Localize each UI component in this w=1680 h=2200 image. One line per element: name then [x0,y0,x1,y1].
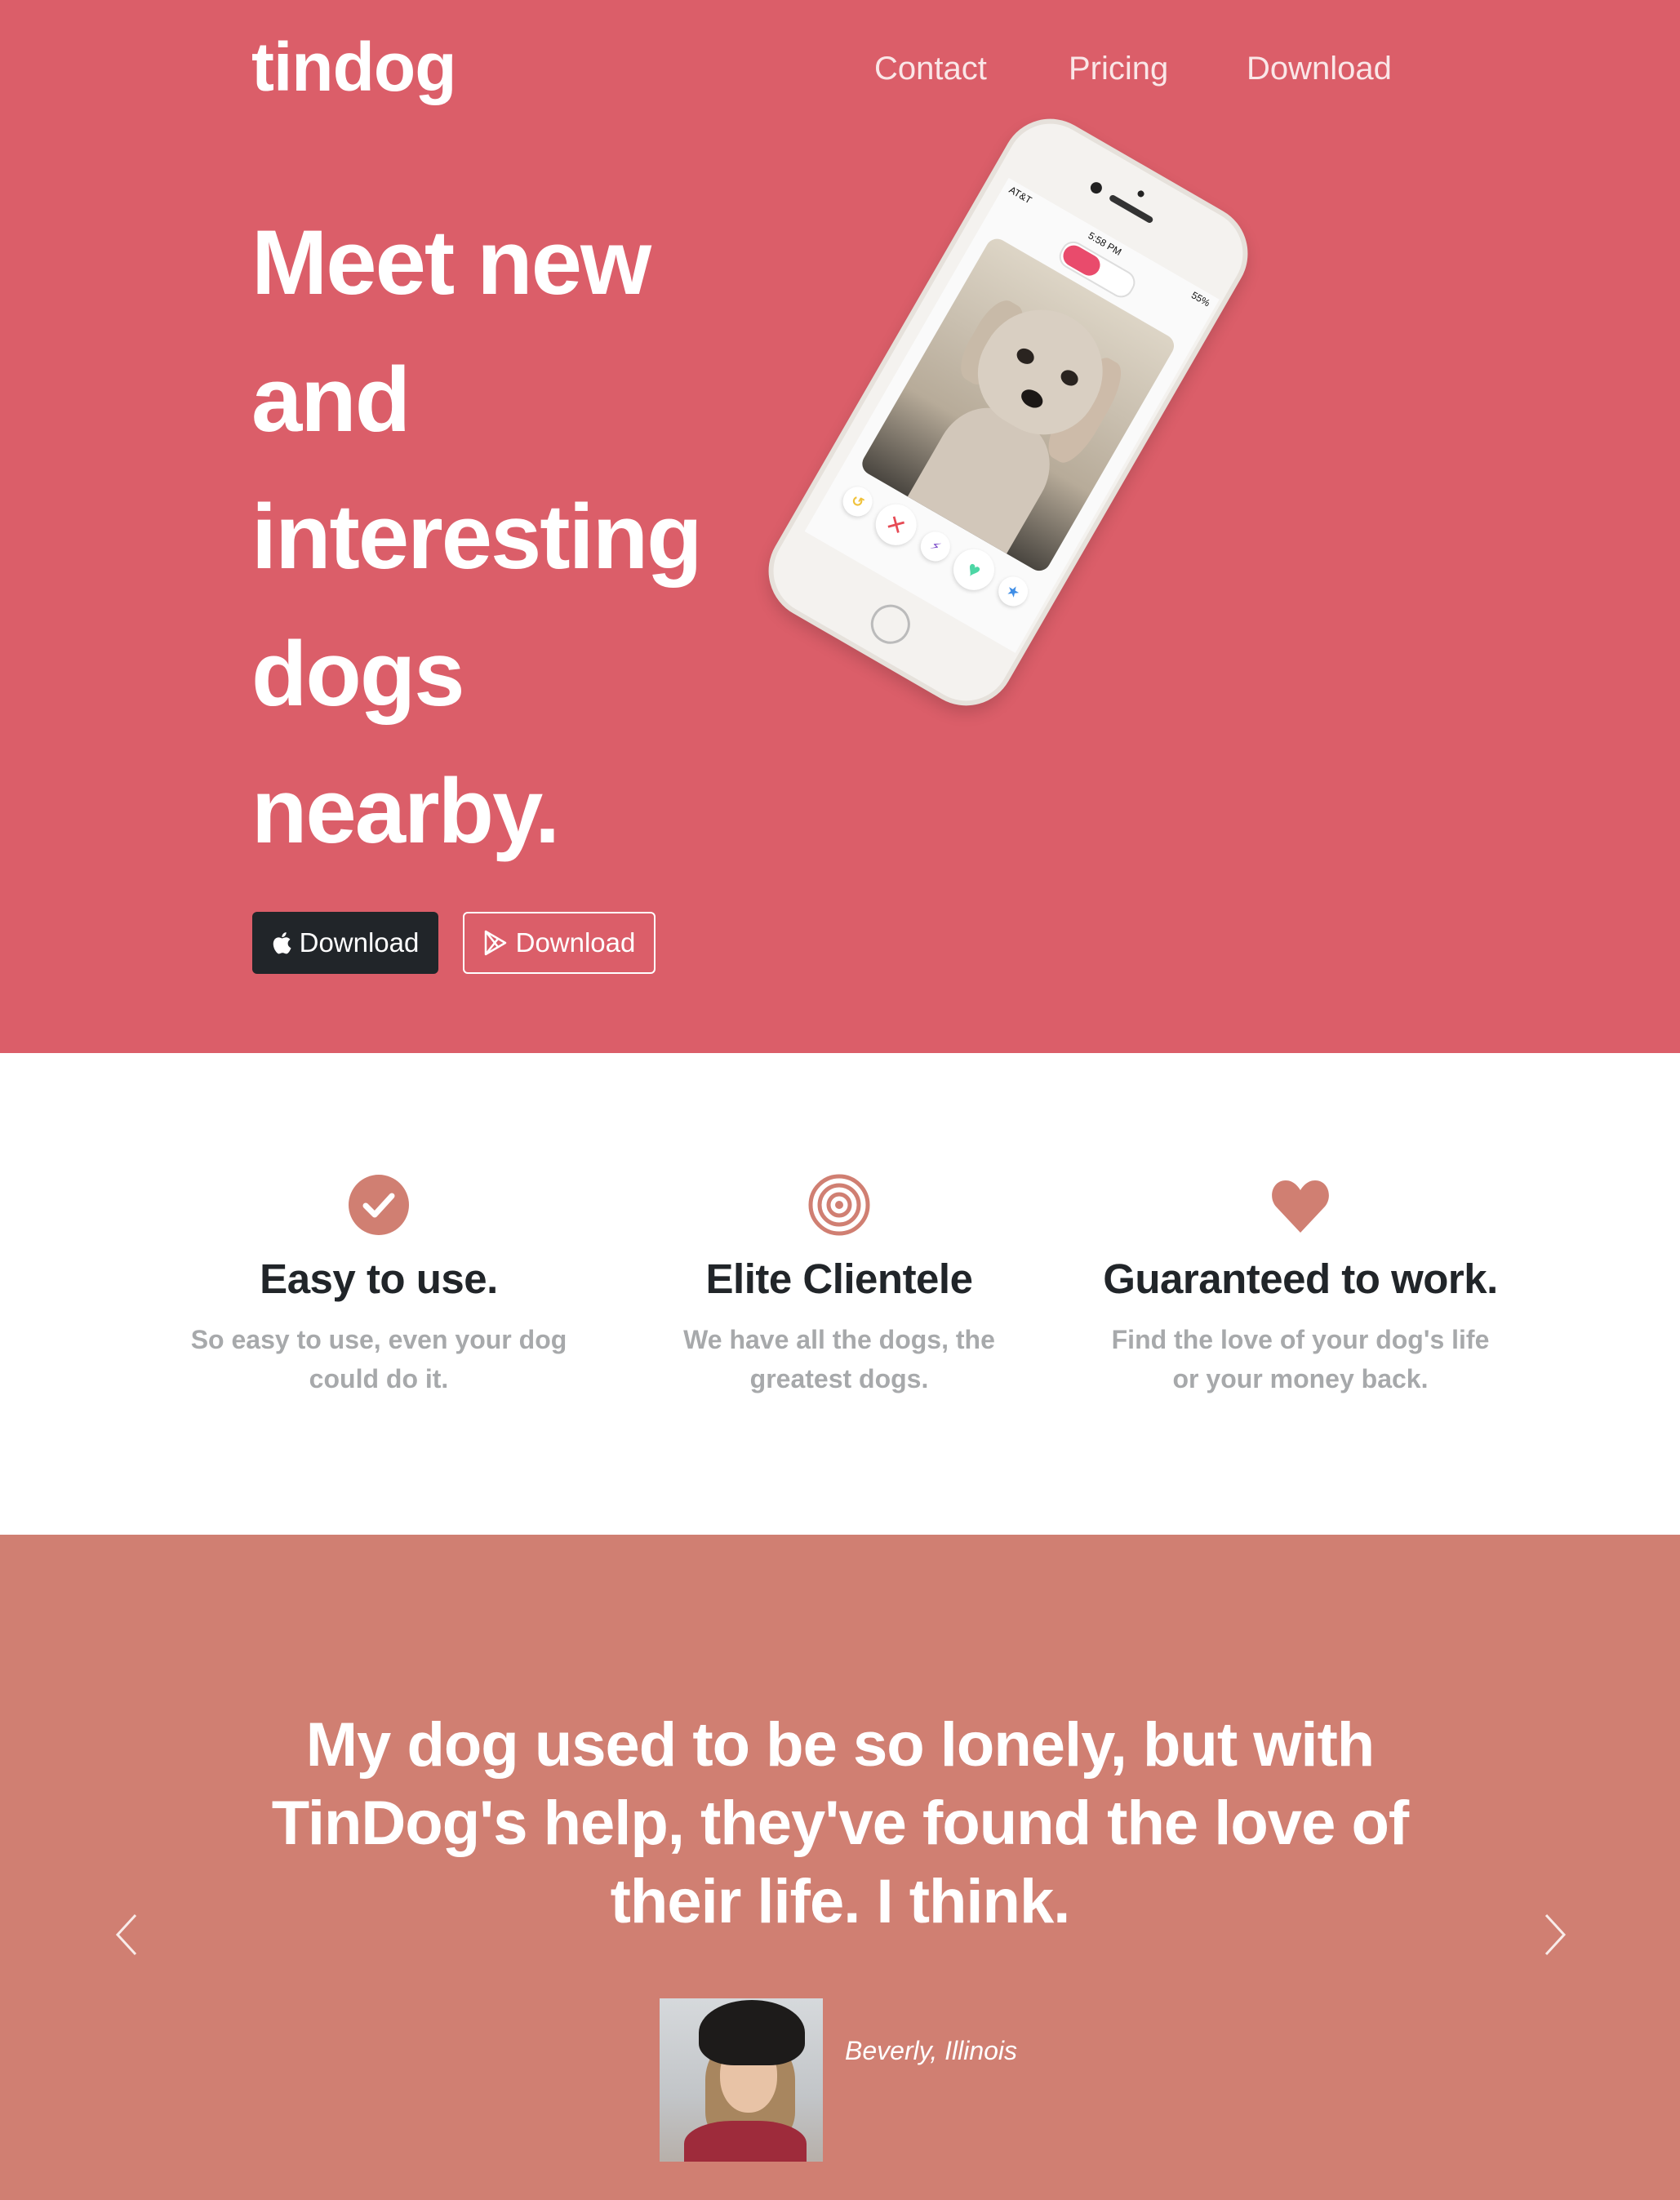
phone-home-button [864,597,918,651]
headline-line: Meet new [251,211,651,313]
headline-line: nearby. [251,760,560,862]
google-play-download-button[interactable]: Download [463,912,656,974]
google-play-icon [484,930,506,956]
google-play-download-label: Download [515,927,636,958]
hero-section: tindog Contact Pricing Download Meet new… [0,0,1680,1053]
feature-guaranteed: Guaranteed to work. Find the love of you… [1072,1174,1529,1398]
headline-line: interesting [251,486,703,588]
phone-mockup: AT&T 55% 5:58 PM ↺ ✕ ⚡ ♥ ★ [750,100,1266,724]
rewind-icon: ↺ [837,481,878,522]
check-circle-icon [349,1175,409,1235]
nav-download-link[interactable]: Download [1247,51,1392,87]
testimonial-carousel: My dog used to be so lonely, but with Ti… [0,1535,1680,2200]
features-section: Easy to use. So easy to use, even your d… [0,1053,1680,1535]
phone-sensor [1136,189,1146,198]
headline-line: and [251,349,411,451]
feature-easy-to-use: Easy to use. So easy to use, even your d… [150,1174,607,1398]
phone-screen: AT&T 55% 5:58 PM ↺ ✕ ⚡ ♥ ★ [804,177,1220,653]
phone-speaker [1108,193,1154,224]
hero-headline: Meet new and interesting dogs nearby. [251,194,823,880]
feature-text: We have all the dogs, the greatest dogs. [683,1325,995,1394]
headline-line: dogs [251,623,465,725]
nav-pricing-link[interactable]: Pricing [1069,51,1168,87]
phone-camera [1088,180,1104,196]
apple-icon [273,932,291,954]
testimonial-author: Beverly, Illinois [845,2036,1018,2065]
superlike-icon: ★ [993,571,1033,612]
phone-carrier: AT&T [1007,184,1034,207]
testimonial-quote: My dog used to be so lonely, but with Ti… [271,1710,1409,1936]
nope-icon: ✕ [868,496,924,553]
phone-body: AT&T 55% 5:58 PM ↺ ✕ ⚡ ♥ ★ [750,100,1266,724]
heart-icon [1272,1180,1329,1233]
feature-elite-clientele: Elite Clientele We have all the dogs, th… [611,1174,1068,1398]
carousel-next-icon[interactable] [1538,1910,1571,1959]
bullseye-icon [808,1174,870,1236]
like-icon: ♥ [945,541,1002,598]
feature-text: Find the love of your dog's life or your… [1111,1325,1490,1394]
testimonial-avatar [660,1998,823,2162]
top-nav: Contact Pricing Download [0,51,1680,91]
app-store-download-button[interactable]: Download [252,912,438,974]
feature-title: Elite Clientele [705,1256,973,1302]
carousel-prev-icon[interactable] [111,1910,144,1959]
app-store-download-label: Download [299,927,420,958]
feature-title: Guaranteed to work. [1103,1256,1498,1302]
nav-contact-link[interactable]: Contact [874,51,987,87]
phone-battery: 55% [1189,289,1212,309]
flame-toggle-on [1059,241,1104,280]
feature-title: Easy to use. [260,1256,498,1302]
avatar-hat [699,2000,805,2065]
avatar-shirt [684,2121,807,2162]
boost-icon: ⚡ [915,526,956,567]
feature-text: So easy to use, even your dog could do i… [190,1325,567,1394]
